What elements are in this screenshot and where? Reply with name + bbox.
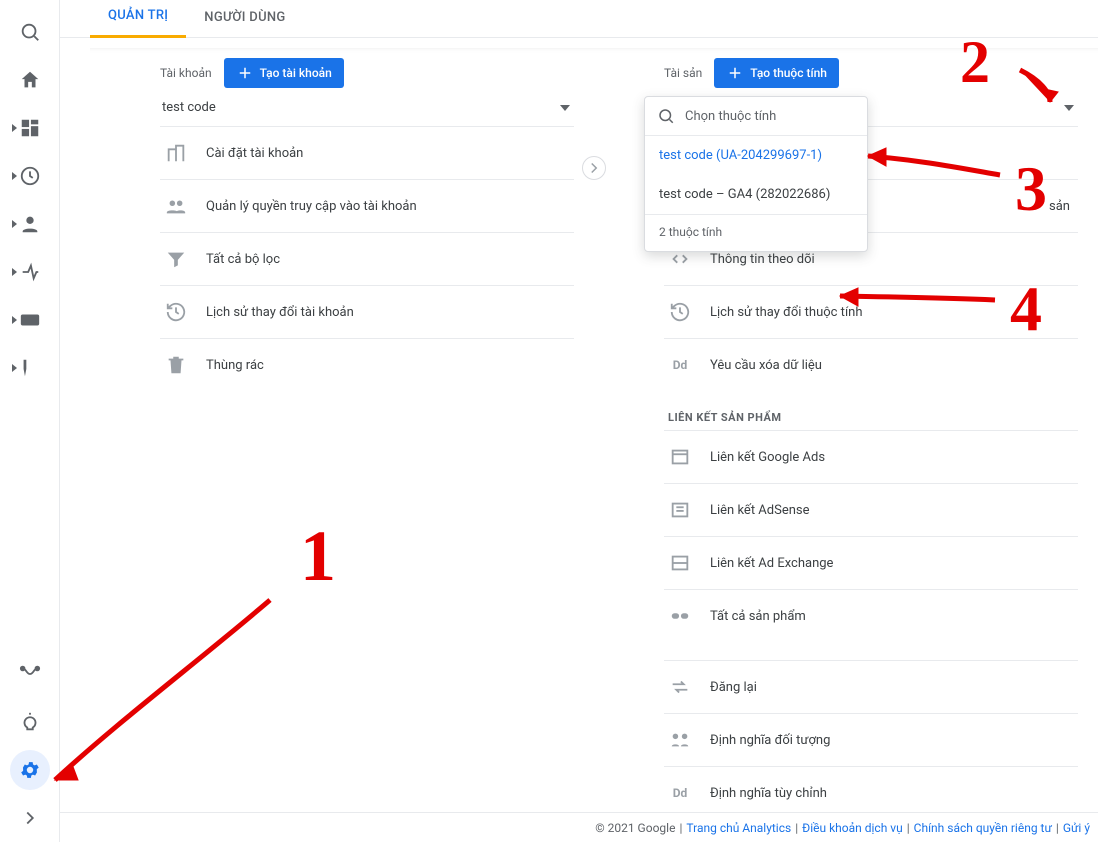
- property-search-placeholder: Chọn thuộc tính: [685, 109, 776, 124]
- trash-icon: [164, 353, 188, 377]
- plus-icon: [726, 64, 744, 82]
- account-settings[interactable]: Cài đặt tài khoản: [160, 126, 574, 179]
- postback-label: Đăng lại: [710, 680, 757, 695]
- ads-icon: [668, 445, 692, 469]
- create-account-button[interactable]: Tạo tài khoản: [224, 58, 344, 88]
- attribution-icon[interactable]: [10, 654, 50, 694]
- footer-copyright: © 2021 Google: [595, 821, 675, 835]
- exchange-icon: [668, 551, 692, 575]
- account-access[interactable]: Quản lý quyền truy cập vào tài khoản: [160, 179, 574, 232]
- collapse-icon[interactable]: [10, 798, 50, 838]
- building-icon: [164, 141, 188, 165]
- audience-def-label: Định nghĩa đối tượng: [710, 733, 830, 748]
- account-access-label: Quản lý quyền truy cập vào tài khoản: [206, 199, 417, 214]
- account-history[interactable]: Lịch sử thay đổi tài khoản: [160, 285, 574, 338]
- move-property-icon[interactable]: [582, 156, 606, 180]
- chevron-down-icon: [560, 105, 570, 111]
- custom-def-label: Định nghĩa tùy chỉnh: [710, 786, 827, 801]
- behavior-icon[interactable]: [10, 300, 50, 340]
- postback-icon: [668, 675, 692, 699]
- admin-gear-icon[interactable]: [10, 750, 50, 790]
- link-icon: [668, 604, 692, 628]
- create-property-button[interactable]: Tạo thuộc tính: [714, 58, 839, 88]
- home-icon[interactable]: [10, 60, 50, 100]
- plus-icon: [236, 64, 254, 82]
- conversions-icon[interactable]: [10, 348, 50, 388]
- tracking-info-label: Thông tin theo dõi: [710, 252, 815, 267]
- acquisition-icon[interactable]: [10, 252, 50, 292]
- account-trash-label: Thùng rác: [206, 358, 264, 373]
- dd-icon: Dd: [668, 781, 692, 805]
- search-icon: [657, 107, 675, 125]
- footer-terms-link[interactable]: Điều khoản dịch vụ: [802, 821, 903, 835]
- account-filters[interactable]: Tất cả bộ lọc: [160, 232, 574, 285]
- link-adsense[interactable]: Liên kết AdSense: [664, 483, 1078, 536]
- history-icon: [164, 300, 188, 324]
- account-settings-label: Cài đặt tài khoản: [206, 146, 303, 161]
- link-google-ads[interactable]: Liên kết Google Ads: [664, 430, 1078, 483]
- account-heading: Tài khoản: [160, 66, 212, 80]
- footer-home-link[interactable]: Trang chủ Analytics: [686, 821, 791, 835]
- tab-admin[interactable]: QUẢN TRỊ: [90, 0, 186, 38]
- realtime-icon[interactable]: [10, 156, 50, 196]
- link-google-ads-label: Liên kết Google Ads: [710, 450, 825, 465]
- all-products[interactable]: Tất cả sản phẩm: [664, 589, 1078, 642]
- property-hidden-item-2-tail: sản: [1049, 199, 1070, 214]
- property-option-ga4[interactable]: test code – GA4 (282022686): [645, 175, 867, 214]
- account-selected-value: test code: [162, 100, 216, 115]
- admin-main: Tài khoản Tạo tài khoản test code Cài đặ…: [90, 48, 1098, 812]
- left-rail: [0, 0, 60, 842]
- property-history[interactable]: Lịch sử thay đổi thuộc tính: [664, 285, 1078, 338]
- footer-privacy-link[interactable]: Chính sách quyền riêng tư: [914, 821, 1052, 835]
- link-adsense-label: Liên kết AdSense: [710, 503, 810, 518]
- chevron-down-icon: [1064, 105, 1074, 111]
- property-dropdown-footer: 2 thuộc tính: [645, 214, 867, 251]
- property-option-ua[interactable]: test code (UA-204299697-1): [645, 136, 867, 175]
- account-trash[interactable]: Thùng rác: [160, 338, 574, 391]
- postback[interactable]: Đăng lại: [664, 660, 1078, 713]
- search-icon[interactable]: [10, 12, 50, 52]
- admin-tabs: QUẢN TRỊ NGƯỜI DÙNG: [60, 0, 1098, 38]
- account-history-label: Lịch sử thay đổi tài khoản: [206, 305, 354, 320]
- create-account-label: Tạo tài khoản: [260, 66, 332, 80]
- create-property-label: Tạo thuộc tính: [750, 66, 827, 80]
- link-ad-exchange-label: Liên kết Ad Exchange: [710, 556, 833, 571]
- audience-definition[interactable]: Định nghĩa đối tượng: [664, 713, 1078, 766]
- account-selector[interactable]: test code: [160, 94, 574, 126]
- filter-icon: [164, 247, 188, 271]
- property-dropdown: Chọn thuộc tính test code (UA-204299697-…: [644, 96, 868, 252]
- data-delete-request[interactable]: Dd Yêu cầu xóa dữ liệu: [664, 338, 1078, 391]
- audience-icon[interactable]: [10, 204, 50, 244]
- account-column: Tài khoản Tạo tài khoản test code Cài đặ…: [90, 48, 594, 812]
- data-delete-label: Yêu cầu xóa dữ liệu: [710, 358, 822, 373]
- property-heading: Tài sản: [664, 66, 702, 80]
- link-ad-exchange[interactable]: Liên kết Ad Exchange: [664, 536, 1078, 589]
- product-link-heading: LIÊN KẾT SẢN PHẨM: [664, 391, 1078, 430]
- custom-definition[interactable]: Dd Định nghĩa tùy chỉnh: [664, 766, 1078, 812]
- property-history-label: Lịch sử thay đổi thuộc tính: [710, 305, 863, 320]
- discover-icon[interactable]: [10, 702, 50, 742]
- audience-def-icon: [668, 728, 692, 752]
- account-filters-label: Tất cả bộ lọc: [206, 252, 280, 267]
- property-search[interactable]: Chọn thuộc tính: [645, 97, 867, 136]
- history-icon: [668, 300, 692, 324]
- dashboard-icon[interactable]: [10, 108, 50, 148]
- people-icon: [164, 194, 188, 218]
- tab-user[interactable]: NGƯỜI DÙNG: [186, 0, 303, 37]
- all-products-label: Tất cả sản phẩm: [710, 609, 806, 624]
- page-footer: © 2021 Google | Trang chủ Analytics | Đi…: [60, 812, 1098, 842]
- dd-icon: Dd: [668, 353, 692, 377]
- adsense-icon: [668, 498, 692, 522]
- footer-feedback-link[interactable]: Gửi ý: [1063, 821, 1090, 835]
